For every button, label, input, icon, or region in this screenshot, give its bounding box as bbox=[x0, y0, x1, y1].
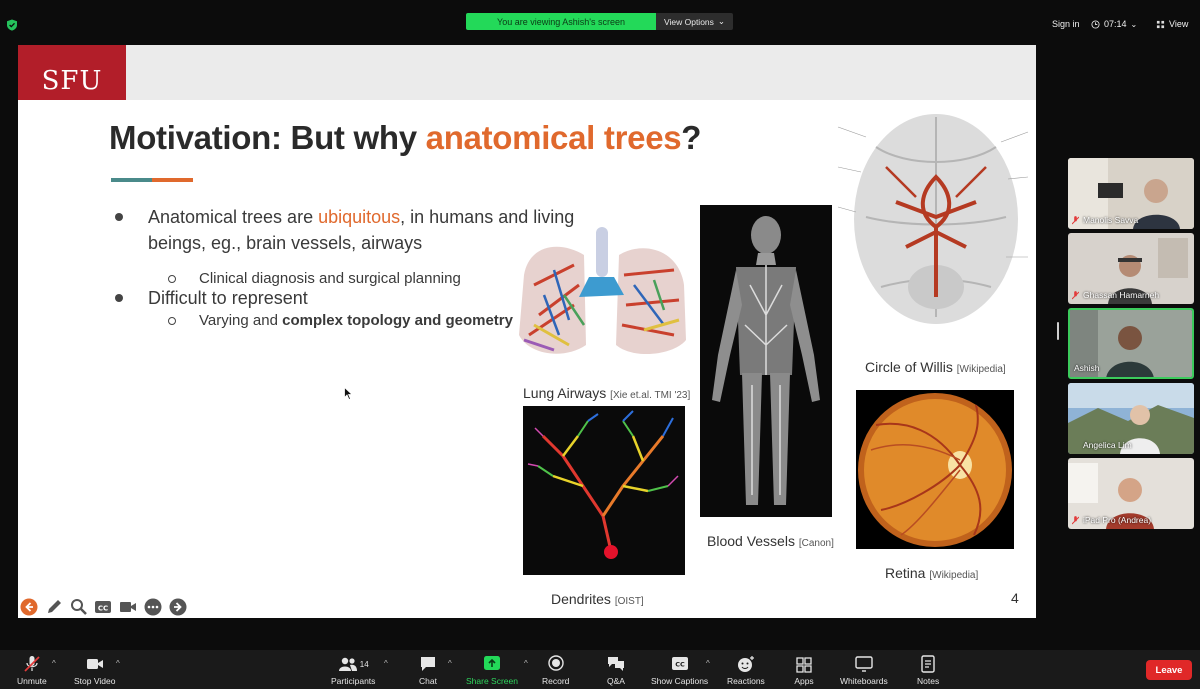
muted-mic-icon bbox=[1072, 291, 1079, 300]
dendrites-image bbox=[523, 406, 685, 575]
title-underline bbox=[111, 178, 193, 182]
circle-of-willis-image bbox=[836, 107, 1030, 337]
participant-tile-ashish[interactable]: Ashish bbox=[1068, 308, 1194, 379]
sign-in-link[interactable]: Sign in bbox=[1052, 19, 1080, 29]
meeting-timer[interactable]: 07:14 ⌄ bbox=[1091, 19, 1137, 29]
view-menu-button[interactable]: View bbox=[1156, 19, 1188, 29]
participants-button[interactable]: 14 Participants bbox=[331, 655, 375, 686]
share-options-caret[interactable]: ^ bbox=[524, 659, 528, 668]
blood-vessels-image bbox=[700, 205, 832, 517]
panel-resize-handle[interactable] bbox=[1057, 322, 1059, 340]
shield-check-icon[interactable] bbox=[6, 19, 18, 31]
slide-title: Motivation: But why anatomical trees? bbox=[109, 119, 702, 156]
reactions-smiley-icon bbox=[737, 656, 754, 672]
meeting-toolbar: Unmute ^ Stop Video ^ 14 Participants ^ … bbox=[0, 650, 1200, 689]
captions-icon[interactable]: CC bbox=[94, 598, 112, 616]
sfu-logo: SFU bbox=[18, 45, 126, 100]
next-slide-icon[interactable] bbox=[169, 598, 187, 616]
participants-count: 14 bbox=[359, 659, 369, 669]
muted-mic-icon bbox=[1072, 216, 1079, 225]
share-screen-button[interactable]: Share Screen bbox=[466, 655, 518, 686]
caption-blood-vessels: Blood Vessels [Canon] bbox=[707, 533, 834, 549]
caption-circle-of-willis: Circle of Willis [Wikipedia] bbox=[865, 359, 1006, 375]
caption-dendrites: Dendrites [OIST] bbox=[551, 591, 644, 607]
participants-options-caret[interactable]: ^ bbox=[384, 659, 388, 668]
sub-bullet-topology: Varying and complex topology and geometr… bbox=[199, 312, 513, 329]
shared-slide: SFU Motivation: But why anatomical trees… bbox=[18, 45, 1036, 618]
participant-tile-angelica[interactable]: Angelica Lim bbox=[1068, 383, 1194, 454]
zoom-window: You are viewing Ashish's screen View Opt… bbox=[0, 0, 1200, 689]
participant-tile-manolis[interactable]: Manolis Savva bbox=[1068, 158, 1194, 229]
video-camera-icon bbox=[86, 659, 103, 669]
participant-name: Angelica Lim bbox=[1083, 440, 1132, 450]
view-options-button[interactable]: View Options ⌄ bbox=[656, 13, 733, 30]
record-icon bbox=[548, 655, 564, 671]
qa-icon bbox=[608, 657, 624, 671]
more-options-icon[interactable] bbox=[144, 598, 162, 616]
chat-button[interactable]: Chat bbox=[418, 655, 438, 686]
unmute-button[interactable]: Unmute bbox=[17, 655, 47, 686]
retina-image bbox=[856, 390, 1014, 549]
svg-text:CC: CC bbox=[98, 605, 108, 613]
muted-mic-icon bbox=[24, 656, 40, 672]
notes-button[interactable]: Notes bbox=[917, 655, 939, 686]
caption-retina: Retina [Wikipedia] bbox=[885, 565, 979, 581]
chevron-down-icon: ⌄ bbox=[717, 16, 726, 26]
grid-view-icon bbox=[1156, 20, 1165, 28]
mouse-cursor-icon bbox=[344, 387, 353, 400]
unmute-options-caret[interactable]: ^ bbox=[52, 659, 56, 668]
whiteboard-icon bbox=[855, 656, 873, 672]
captions-icon: CC bbox=[671, 657, 688, 670]
participant-name: Ghassan Hamarneh bbox=[1083, 290, 1160, 300]
show-captions-button[interactable]: CC Show Captions bbox=[651, 655, 708, 686]
record-button[interactable]: Record bbox=[542, 655, 569, 686]
apps-icon bbox=[796, 657, 812, 673]
qa-button[interactable]: Q&A bbox=[606, 655, 626, 686]
bullet-dot bbox=[115, 213, 123, 221]
leave-button[interactable]: Leave bbox=[1146, 660, 1192, 680]
bullet-dot bbox=[115, 294, 123, 302]
slide-header-band bbox=[18, 45, 1036, 100]
zoom-icon[interactable] bbox=[70, 598, 88, 616]
previous-slide-icon[interactable] bbox=[20, 598, 38, 616]
clock-icon bbox=[1091, 19, 1100, 29]
slide-page-number: 4 bbox=[1011, 590, 1019, 606]
video-options-caret[interactable]: ^ bbox=[116, 659, 120, 668]
apps-button[interactable]: Apps bbox=[794, 655, 814, 686]
participant-name: iPad Pro (Andrea) bbox=[1083, 515, 1152, 525]
participant-name: Manolis Savva bbox=[1083, 215, 1139, 225]
notes-icon bbox=[921, 655, 935, 673]
participant-name: Ashish bbox=[1074, 363, 1100, 373]
svg-text:CC: CC bbox=[675, 661, 685, 669]
lung-airways-image bbox=[519, 227, 686, 355]
participants-icon bbox=[338, 657, 357, 671]
whiteboards-button[interactable]: Whiteboards bbox=[840, 655, 888, 686]
top-bar: You are viewing Ashish's screen View Opt… bbox=[0, 0, 1200, 48]
captions-options-caret[interactable]: ^ bbox=[706, 659, 710, 668]
participant-tile-ipad[interactable]: iPad Pro (Andrea) bbox=[1068, 458, 1194, 529]
video-icon[interactable] bbox=[119, 598, 137, 616]
chat-options-caret[interactable]: ^ bbox=[448, 659, 452, 668]
caption-lung-airways: Lung Airways [Xie et.al. TMI '23] bbox=[523, 385, 691, 401]
sub-bullet-ring bbox=[168, 275, 176, 283]
stop-video-button[interactable]: Stop Video bbox=[74, 655, 115, 686]
reactions-button[interactable]: Reactions bbox=[727, 655, 765, 686]
bullet-difficult: Difficult to represent bbox=[148, 288, 308, 308]
chat-icon bbox=[421, 657, 435, 671]
pen-icon[interactable] bbox=[45, 598, 63, 616]
muted-mic-icon bbox=[1072, 516, 1079, 525]
sub-bullet-ring bbox=[168, 317, 176, 325]
viewing-screen-banner: You are viewing Ashish's screen bbox=[466, 13, 656, 30]
share-screen-icon bbox=[483, 656, 500, 670]
chevron-down-icon: ⌄ bbox=[1130, 19, 1138, 29]
participant-tile-ghassan[interactable]: Ghassan Hamarneh bbox=[1068, 233, 1194, 304]
